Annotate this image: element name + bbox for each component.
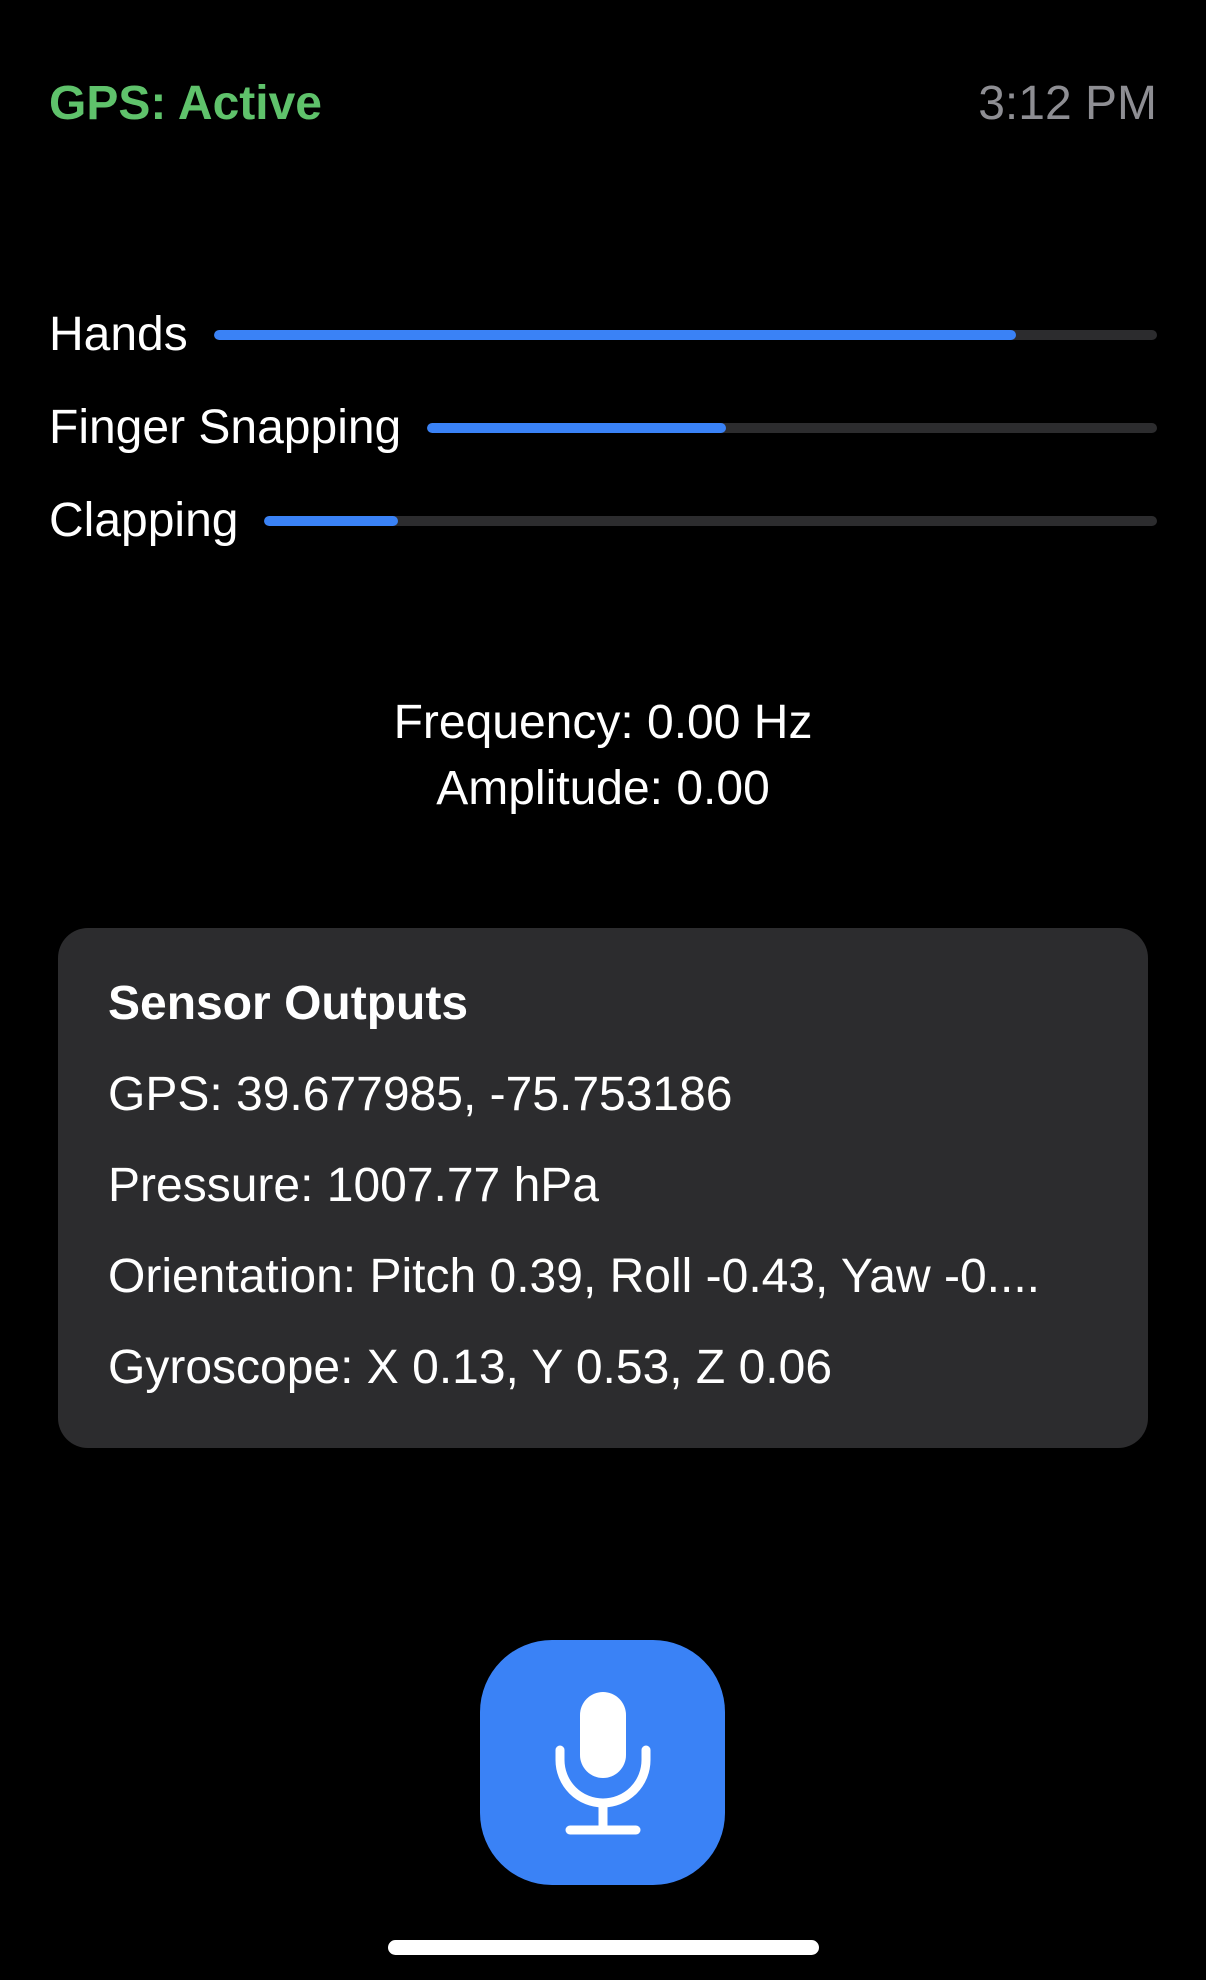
home-indicator[interactable]: [388, 1940, 819, 1955]
sensor-outputs-title: Sensor Outputs: [108, 977, 469, 1030]
clock-time: 3:12 PM: [978, 76, 1157, 130]
level-row-clapping: Clapping: [49, 474, 1157, 567]
sensor-outputs-card: Sensor Outputs GPS: 39.677985, -75.75318…: [58, 928, 1148, 1448]
level-label-hands: Hands: [49, 308, 188, 361]
sensor-gps: GPS: 39.677985, -75.753186: [108, 1068, 733, 1121]
level-fill-clapping: [264, 515, 399, 526]
gps-status-label: GPS: Active: [49, 76, 322, 130]
level-bar-finger-snapping: [427, 422, 1157, 433]
sensor-orientation: Orientation: Pitch 0.39, Roll -0.43, Yaw…: [108, 1250, 1041, 1303]
amplitude-readout: Amplitude: 0.00: [436, 762, 770, 815]
sensor-gyroscope: Gyroscope: X 0.13, Y 0.53, Z 0.06: [108, 1341, 833, 1394]
audio-readout: Frequency: 0.00 Hz Amplitude: 0.00: [0, 690, 1206, 822]
level-label-clapping: Clapping: [49, 494, 239, 547]
level-bar-clapping: [264, 515, 1157, 526]
frequency-readout: Frequency: 0.00 Hz: [393, 696, 813, 749]
status-row: GPS: Active 3:12 PM: [49, 72, 1157, 134]
sensor-pressure: Pressure: 1007.77 hPa: [108, 1159, 599, 1212]
level-fill-finger-snapping: [427, 422, 727, 433]
level-fill-hands: [213, 329, 1016, 340]
level-label-finger-snapping: Finger Snapping: [49, 401, 402, 454]
sound-levels: Hands Finger Snapping Clapping: [49, 288, 1157, 567]
level-row-finger-snapping: Finger Snapping: [49, 381, 1157, 474]
level-row-hands: Hands: [49, 288, 1157, 381]
microphone-icon: [555, 1691, 650, 1834]
level-bar-hands: [213, 329, 1157, 340]
record-mic-button[interactable]: [480, 1640, 725, 1885]
